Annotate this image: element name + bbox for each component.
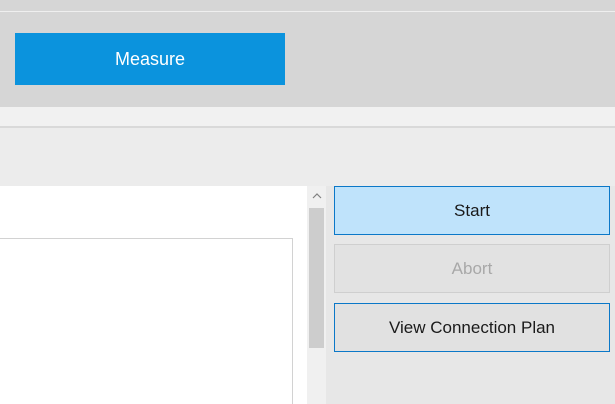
top-ribbon: Measure — [0, 0, 615, 107]
abort-button[interactable]: Abort — [334, 244, 610, 293]
list-header-divider — [0, 238, 292, 239]
measurement-list[interactable] — [0, 186, 307, 404]
view-connection-plan-button[interactable]: View Connection Plan — [334, 303, 610, 352]
start-button[interactable]: Start — [334, 186, 610, 235]
list-column-divider — [292, 238, 293, 404]
ribbon-divider — [0, 11, 615, 12]
scrollbar-thumb[interactable] — [309, 208, 324, 348]
toolbar-area — [0, 128, 615, 186]
tab-measure[interactable]: Measure — [15, 33, 285, 85]
chevron-up-icon[interactable] — [307, 186, 326, 205]
action-panel: Start Abort View Connection Plan — [326, 186, 615, 404]
ribbon-separator — [0, 107, 615, 126]
vertical-scrollbar[interactable] — [307, 186, 326, 404]
